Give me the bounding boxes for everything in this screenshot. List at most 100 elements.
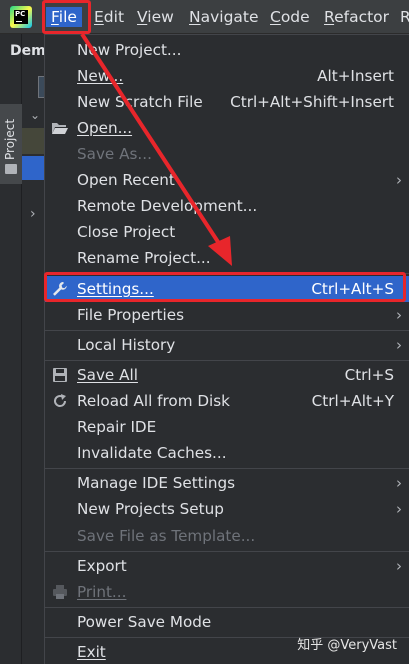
menu-item-label: Local History	[77, 336, 176, 354]
menu-refactor[interactable]: Refactor	[324, 7, 389, 27]
menubar: PC File Edit View Navigate Code Refactor…	[0, 0, 409, 34]
menu-item-file-properties[interactable]: File Properties ›	[45, 302, 409, 328]
menu-item-label: Manage IDE Settings	[77, 474, 236, 492]
menu-item-invalidate-caches[interactable]: Invalidate Caches...	[45, 440, 409, 466]
menu-item-label: Repair IDE	[77, 418, 157, 436]
file-menu-dropdown: New Project... New... Alt+Insert New Scr…	[44, 34, 409, 664]
menu-item-settings[interactable]: Settings... Ctrl+Alt+S	[45, 276, 409, 302]
menu-code[interactable]: Code	[270, 7, 310, 27]
menu-separator	[45, 273, 409, 274]
menu-item-shortcut: Ctrl+Alt+Y	[311, 392, 394, 410]
menu-item-shortcut: Ctrl+Alt+Shift+Insert	[230, 93, 394, 111]
menu-view-rest: iew	[147, 8, 174, 26]
menu-item-label: New...	[77, 67, 124, 85]
menu-item-label: Save File as Template...	[77, 527, 256, 545]
chevron-down-icon[interactable]: ⌄	[30, 108, 40, 122]
chevron-right-icon: ›	[396, 500, 402, 518]
project-title: Dem	[10, 43, 46, 59]
menu-item-label: Rename Project...	[77, 249, 211, 267]
menu-separator	[45, 468, 409, 469]
menu-item-remote-development[interactable]: Remote Development...	[45, 193, 409, 219]
menu-item-label: Close Project	[77, 223, 176, 241]
menu-edit[interactable]: Edit	[94, 7, 124, 27]
print-icon	[53, 585, 67, 599]
menu-item-label: Save As...	[77, 145, 152, 163]
chevron-right-icon: ›	[396, 557, 402, 575]
menu-edit-mnemonic: E	[94, 8, 104, 26]
menu-separator	[45, 551, 409, 552]
chevron-right-icon: ›	[396, 306, 402, 324]
menu-item-new-projects-setup[interactable]: New Projects Setup ›	[45, 496, 409, 522]
menu-item-manage-ide-settings[interactable]: Manage IDE Settings ›	[45, 470, 409, 496]
menu-item-save-file-as-template: Save File as Template...	[45, 523, 409, 549]
menu-item-open[interactable]: Open...	[45, 115, 409, 141]
menu-item-label: New Scratch File	[77, 93, 203, 111]
open-folder-icon	[52, 123, 68, 134]
menu-navigate-mnemonic: N	[189, 8, 201, 26]
tree-row-selected[interactable]	[22, 156, 46, 180]
menu-overflow[interactable]: R	[400, 7, 409, 27]
folder-icon	[5, 164, 17, 174]
menu-item-label: Print...	[77, 583, 127, 601]
menu-item-export[interactable]: Export ›	[45, 553, 409, 579]
menu-file[interactable]: File	[46, 7, 82, 27]
project-panel: ⌄ ›	[22, 66, 48, 664]
chevron-right-icon: ›	[396, 336, 402, 354]
menu-item-save-all[interactable]: Save All Ctrl+S	[45, 362, 409, 388]
menu-view[interactable]: View	[137, 7, 174, 27]
menu-item-label: Exit	[77, 643, 106, 661]
save-icon	[53, 368, 67, 382]
menu-item-reload-all[interactable]: Reload All from Disk Ctrl+Alt+Y	[45, 388, 409, 414]
menu-edit-rest: dit	[103, 8, 125, 26]
menu-separator	[45, 607, 409, 608]
pycharm-logo-icon: PC	[10, 6, 32, 28]
tree-row-highlight[interactable]	[22, 128, 46, 154]
menu-navigate[interactable]: Navigate	[189, 7, 259, 27]
menu-code-mnemonic: C	[270, 8, 281, 26]
chevron-right-icon: ›	[396, 171, 402, 189]
menu-item-print: Print...	[45, 579, 409, 605]
chevron-right-icon: ›	[396, 474, 402, 492]
menu-item-power-save-mode[interactable]: Power Save Mode	[45, 609, 409, 635]
menu-item-close-project[interactable]: Close Project	[45, 219, 409, 245]
menu-item-rename-project[interactable]: Rename Project...	[45, 245, 409, 271]
menu-view-mnemonic: V	[137, 8, 148, 26]
menu-separator	[45, 330, 409, 331]
chevron-right-icon[interactable]: ›	[30, 206, 36, 222]
menu-file-mnemonic: F	[51, 8, 59, 26]
menu-item-label: File Properties	[77, 306, 184, 324]
menu-item-shortcut: Ctrl+S	[344, 366, 394, 384]
menu-item-shortcut: Alt+Insert	[317, 67, 394, 85]
menu-navigate-rest: avigate	[200, 8, 259, 26]
wrench-icon	[53, 282, 67, 296]
menu-item-repair-ide[interactable]: Repair IDE	[45, 414, 409, 440]
menu-item-open-recent[interactable]: Open Recent ›	[45, 167, 409, 193]
menu-item-local-history[interactable]: Local History ›	[45, 332, 409, 358]
menu-refactor-mnemonic: R	[324, 8, 335, 26]
menu-file-rest: ile	[58, 8, 77, 26]
menu-item-shortcut: Ctrl+Alt+S	[311, 280, 394, 298]
menu-item-label: Remote Development...	[77, 197, 258, 215]
reload-icon	[54, 394, 67, 407]
menu-item-label: New Projects Setup	[77, 500, 224, 518]
menu-item-label: Open...	[77, 119, 133, 137]
menu-item-save-as: Save As...	[45, 141, 409, 167]
menu-item-new-project[interactable]: New Project...	[45, 37, 409, 63]
menu-code-rest: ode	[280, 8, 310, 26]
menu-item-label: Open Recent	[77, 171, 175, 189]
menu-item-label: Save All	[77, 366, 138, 384]
menu-separator	[45, 360, 409, 361]
menu-item-label: Power Save Mode	[77, 613, 212, 631]
menu-refactor-rest: efactor	[334, 8, 390, 26]
project-tab-label: Project	[3, 118, 17, 160]
menu-item-label: New Project...	[77, 41, 182, 59]
menu-item-label: Settings...	[77, 280, 154, 298]
menu-item-label: Invalidate Caches...	[77, 444, 227, 462]
project-tool-tab[interactable]: Project	[0, 104, 22, 184]
menu-item-new-scratch-file[interactable]: New Scratch File Ctrl+Alt+Shift+Insert	[45, 89, 409, 115]
menu-item-label: Reload All from Disk	[77, 392, 230, 410]
menu-item-new[interactable]: New... Alt+Insert	[45, 63, 409, 89]
tool-window-strip: Project	[0, 34, 22, 664]
menu-item-label: Export	[77, 557, 127, 575]
watermark: 知乎 @VeryVast	[297, 638, 397, 653]
